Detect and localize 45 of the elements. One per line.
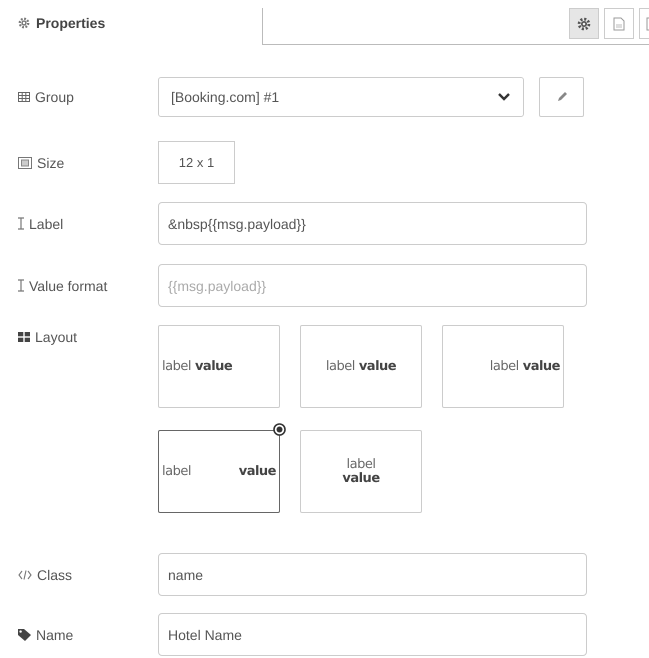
layout-option[interactable]: label value — [300, 430, 422, 513]
settings-icon — [577, 16, 591, 30]
table-icon — [18, 92, 30, 102]
code-icon — [18, 570, 32, 580]
layout-value-text: value — [194, 359, 232, 374]
pencil-icon — [556, 91, 568, 103]
panel-title: Properties — [36, 14, 106, 30]
field-label: Layout — [35, 329, 78, 345]
layout-option[interactable]: label value — [158, 430, 280, 513]
layout-option[interactable]: label value — [442, 325, 564, 408]
tag-icon — [18, 628, 31, 640]
settings-button[interactable] — [569, 8, 599, 39]
layout-option[interactable]: label value — [300, 325, 422, 408]
layout-value-text: value — [358, 359, 396, 374]
text-cursor-icon — [18, 279, 24, 292]
radio-selected-icon — [273, 423, 286, 436]
layout-value-text: value — [238, 464, 276, 479]
layout-label-text: label — [490, 359, 519, 374]
chevron-down-icon — [497, 92, 511, 102]
size-button[interactable]: 12 x 1 — [158, 141, 235, 184]
field-label: Label — [29, 216, 64, 232]
layout-option[interactable]: label value — [158, 325, 280, 408]
class-input[interactable]: name — [158, 553, 587, 596]
resize-icon — [18, 156, 32, 168]
layout-label-text: label — [346, 458, 376, 472]
grid-icon — [18, 332, 30, 342]
label-input[interactable]: &nbsp{{msg.payload}} — [158, 202, 587, 245]
document-icon — [613, 16, 625, 30]
field-label: Size — [37, 154, 64, 170]
field-label: Group — [35, 89, 74, 105]
layout-label-text: label — [162, 359, 191, 374]
name-input[interactable]: Hotel Name — [158, 613, 587, 656]
field-label: Class — [37, 566, 72, 582]
field-label: Name — [36, 626, 74, 642]
layout-value-text: value — [342, 472, 380, 486]
edit-button[interactable] — [539, 77, 584, 117]
document-button[interactable] — [604, 8, 634, 39]
layout-value-text: value — [522, 359, 560, 374]
field-label: Value format — [29, 278, 108, 294]
value-format-input[interactable]: {{msg.payload}} — [158, 264, 587, 307]
settings-icon — [18, 16, 30, 28]
layout-label-text: label — [326, 359, 355, 374]
layout-label-text: label — [162, 464, 191, 479]
group-select[interactable]: [Booking.com] #1 — [158, 77, 524, 117]
text-cursor-icon — [18, 217, 24, 230]
